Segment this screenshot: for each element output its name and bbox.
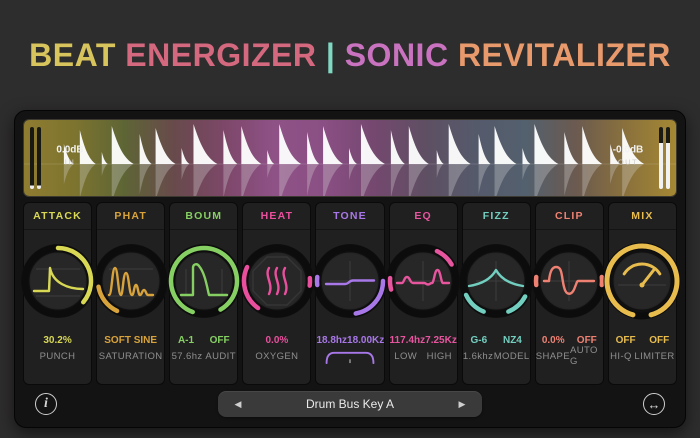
boum-label: BOUM <box>170 203 238 230</box>
eq-sublabel-1: HIGH <box>426 350 452 362</box>
input-meter-left <box>30 127 34 189</box>
module-clip: CLIP 0.0% OFF SHAPE AUTO G <box>532 202 607 385</box>
eq-knob[interactable] <box>383 241 463 321</box>
module-heat: HEAT 0.0% OXYGEN <box>239 202 314 385</box>
clip-value-0[interactable]: 0.0% <box>542 335 565 346</box>
mix-value-1[interactable]: OFF <box>649 335 669 346</box>
preset-next-button[interactable]: ▶ <box>442 399 482 410</box>
waveform-display: 0.0dB IN -0.0dB OUT <box>23 119 677 197</box>
input-db: 0.0dB <box>56 144 84 156</box>
clip-label: CLIP <box>535 203 603 230</box>
fizz-sublabel-1: MODEL <box>493 350 530 362</box>
output-db: -0.0dB <box>612 144 644 156</box>
preset-selector[interactable]: ◀ Drum Bus Key A ▶ <box>218 391 482 417</box>
clip-knob[interactable] <box>529 241 609 321</box>
plugin-title: BEAT ENERGIZER | SONIC REVITALIZER <box>0 0 700 110</box>
phat-sublabel-0: SATURATION <box>98 350 163 362</box>
heat-label: HEAT <box>243 203 311 230</box>
eq-label: EQ <box>389 203 457 230</box>
attack-sublabel-0: PUNCH <box>39 350 76 362</box>
preset-prev-button[interactable]: ◀ <box>218 399 258 410</box>
attack-value-0[interactable]: 30.2% <box>43 335 71 346</box>
heat-knob[interactable] <box>237 241 317 321</box>
title-segment: SONIC <box>344 36 458 73</box>
mix-knob[interactable] <box>602 241 682 321</box>
module-attack: ATTACK 30.2% PUNCH <box>20 202 95 385</box>
footer-bar: i ◀ Drum Bus Key A ▶ ↔ <box>23 389 677 419</box>
boum-value-0[interactable]: A-1 <box>178 335 194 346</box>
heat-sublabel-0: OXYGEN <box>255 350 299 362</box>
preset-name[interactable]: Drum Bus Key A <box>258 397 442 411</box>
eq-sublabel-0: LOW <box>394 350 418 362</box>
fizz-label: FIZZ <box>462 203 530 230</box>
phat-knob[interactable] <box>91 241 171 321</box>
output-meter-left <box>659 127 663 189</box>
eq-value-1[interactable]: 7.25Kz <box>425 335 457 346</box>
heat-value-0[interactable]: 0.0% <box>265 335 288 346</box>
boum-value-1[interactable]: OFF <box>210 335 230 346</box>
title-segment: BEAT <box>29 36 126 73</box>
tone-value-1[interactable]: 18.00Kz <box>347 335 384 346</box>
resize-button[interactable]: ↔ <box>643 393 665 415</box>
module-fizz: FIZZ G-6 NZ4 1.6khz MODEL <box>459 202 534 385</box>
module-row: ATTACK 30.2% PUNCH PHAT SOFT SINE SATURATION B… <box>20 202 681 385</box>
boum-sublabel-1: AUDIT <box>205 350 236 362</box>
plugin-panel: 0.0dB IN -0.0dB OUT ATTACK 30.2% PUNCH PHAT… <box>14 110 686 428</box>
tone-label: TONE <box>316 203 384 230</box>
output-label: OUT <box>617 156 639 166</box>
mix-sublabel-1: LIMITER <box>634 350 675 362</box>
phat-label: PHAT <box>97 203 165 230</box>
clip-value-1[interactable]: OFF <box>577 335 597 346</box>
tone-knob[interactable] <box>310 241 390 321</box>
fizz-knob[interactable] <box>456 241 536 321</box>
tone-value-0[interactable]: 18.8hz <box>316 335 347 346</box>
clip-sublabel-1: AUTO G <box>569 345 598 367</box>
waveform-graphic <box>24 120 676 196</box>
input-meter-right <box>37 127 41 189</box>
output-meter-right <box>666 127 670 189</box>
clip-sublabel-0: SHAPE <box>535 350 570 362</box>
title-segment: REVITALIZER <box>457 36 671 73</box>
mix-value-0[interactable]: OFF <box>616 335 636 346</box>
attack-label: ATTACK <box>24 203 92 230</box>
module-phat: PHAT SOFT SINE SATURATION <box>93 202 168 385</box>
title-segment: | <box>325 36 345 73</box>
module-tone: TONE 18.8hz 18.00Kz <box>313 202 387 385</box>
module-mix: MIX OFF OFF HI-Q LIMITER <box>603 202 681 385</box>
boum-knob[interactable] <box>164 241 244 321</box>
mix-sublabel-0: HI-Q <box>610 350 632 362</box>
input-level-readout: 0.0dB IN <box>48 144 92 166</box>
module-eq: EQ 117.4hz 7.25Kz LOW HIGH <box>386 202 461 385</box>
input-label: IN <box>64 156 76 166</box>
phat-value-0[interactable]: SOFT SINE <box>104 335 157 346</box>
fizz-value-1[interactable]: NZ4 <box>503 335 522 346</box>
output-level-readout: -0.0dB OUT <box>604 144 652 166</box>
tone-band-range[interactable] <box>316 348 383 364</box>
boum-sublabel-0: 57.6hz <box>171 350 203 362</box>
module-boum: BOUM A-1 OFF 57.6hz AUDIT <box>166 202 241 385</box>
fizz-value-0[interactable]: G-6 <box>471 335 488 346</box>
fizz-sublabel-0: 1.6khz <box>462 350 494 362</box>
title-segment: ENERGIZER <box>125 36 326 73</box>
eq-value-0[interactable]: 117.4hz <box>390 335 426 346</box>
mix-label: MIX <box>608 203 676 230</box>
attack-knob[interactable] <box>18 241 98 321</box>
info-button[interactable]: i <box>35 393 57 415</box>
